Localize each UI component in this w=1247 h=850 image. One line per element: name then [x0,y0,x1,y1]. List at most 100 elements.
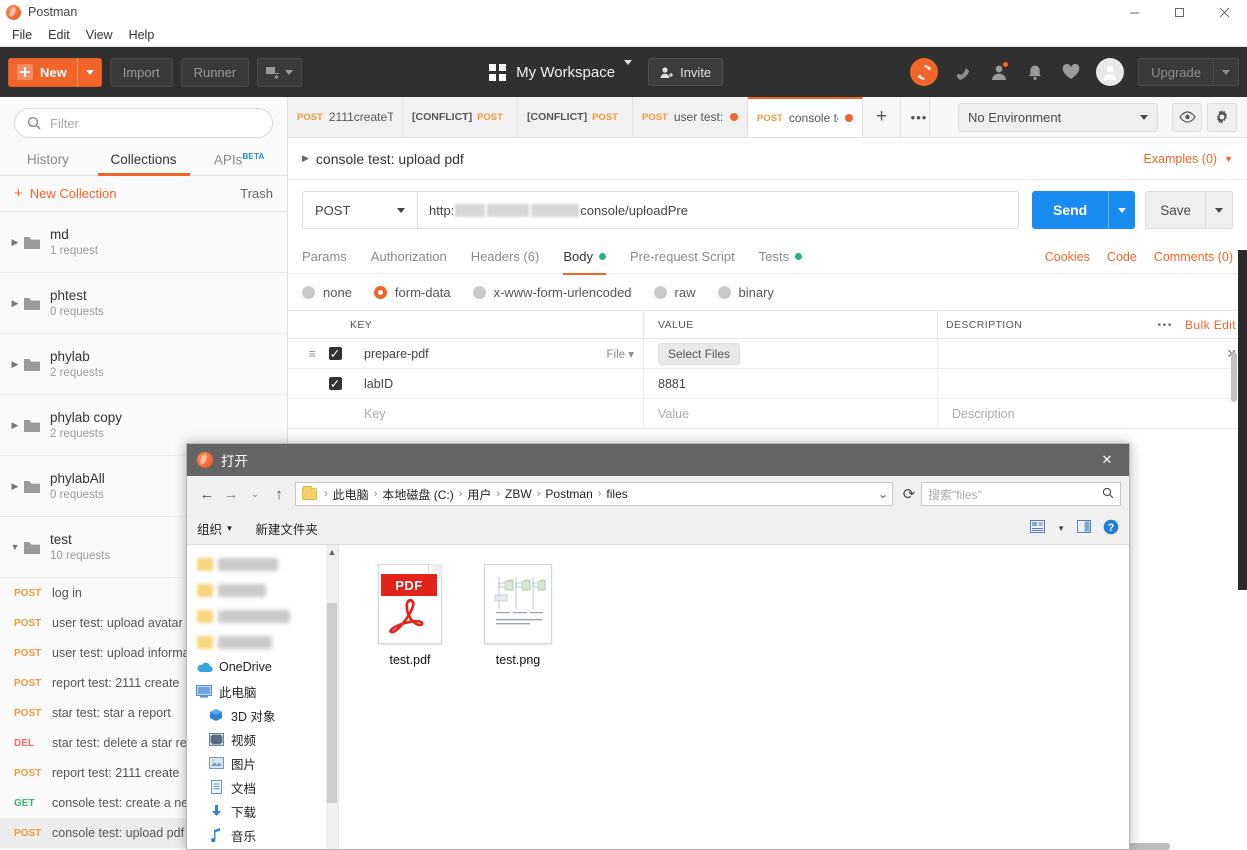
refresh-icon[interactable]: ⟳ [897,482,921,506]
nav-item-3d-objects[interactable]: 3D 对象 [187,703,338,727]
breadcrumb-item[interactable]: 本地磁盘 (C:) [379,486,456,503]
row-value-cell[interactable]: 8881 [644,368,938,399]
request-tab-active[interactable]: POST console te [748,97,863,137]
chevron-right-icon[interactable]: ▶ [8,298,22,309]
chevron-right-icon[interactable]: ▶ [8,481,22,492]
blurred-nav-item[interactable] [187,577,338,603]
tab-pre-request-script[interactable]: Pre-request Script [630,240,735,274]
tab-apis[interactable]: APIsBETA [191,152,287,176]
table-row[interactable]: ✓ labID 8881 [288,368,1247,399]
file-item-pdf[interactable]: PDF test.pdf [357,561,463,667]
scroll-up-arrow[interactable]: ▲ [326,545,338,559]
file-item-png[interactable]: test.png [465,561,571,667]
cookies-link[interactable]: Cookies [1045,250,1090,264]
bell-icon[interactable] [1024,61,1046,83]
menu-view[interactable]: View [78,26,121,44]
organize-menu[interactable]: 组织 ▼ [197,519,233,538]
method-selector[interactable]: POST [302,191,417,229]
runner-button[interactable]: Runner [180,57,250,87]
dialog-close-button[interactable]: ✕ [1085,444,1129,476]
row-key-cell[interactable]: labID [350,368,644,399]
sync-icon[interactable] [910,58,939,86]
tab-collections[interactable]: Collections [96,152,192,175]
row-description-cell[interactable] [938,369,1247,399]
collection-item[interactable]: ▶ md 1 request [0,212,287,273]
eye-icon[interactable] [1172,102,1202,132]
code-link[interactable]: Code [1107,250,1137,264]
chevron-right-icon[interactable]: ▶ [8,237,22,248]
table-row[interactable]: ≡ ✓ prepare-pdf File ▾ Select Files ✕ [288,338,1247,369]
window-scrollbar[interactable] [1238,250,1247,590]
workspace-selector[interactable]: My Workspace Invite [489,58,724,86]
request-tab[interactable]: POST 2111createTe [288,97,403,137]
back-button[interactable]: ← [195,482,219,506]
view-layout-icon[interactable] [1030,520,1046,536]
filter-box[interactable] [14,108,273,138]
blurred-nav-item[interactable] [187,603,338,629]
forward-button[interactable]: → [219,482,243,506]
import-button[interactable]: Import [109,57,173,87]
scrollbar-thumb[interactable] [327,603,337,803]
row-checkbox[interactable]: ✓ [320,347,350,361]
new-dropdown-caret[interactable] [76,57,102,87]
select-files-button[interactable]: Select Files [658,342,741,365]
search-input[interactable] [50,115,260,131]
body-type-form-data[interactable]: form-data [373,285,451,300]
breadcrumb-item[interactable]: 用户 [464,486,494,503]
table-options-button[interactable]: ••• [1158,319,1174,331]
avatar[interactable] [1096,58,1125,86]
address-bar[interactable]: › 此电脑 › 本地磁盘 (C:) › 用户 › ZBW › Postman ›… [295,482,893,506]
upgrade-button[interactable]: Upgrade [1138,58,1239,86]
nav-item-downloads[interactable]: 下载 [187,799,338,823]
help-icon[interactable]: ? [1103,519,1119,538]
chevron-right-icon[interactable]: ▶ [8,420,22,431]
save-button[interactable]: Save [1145,191,1233,229]
satellite-icon[interactable] [952,61,974,83]
collection-item[interactable]: ▶ phtest 0 requests [0,273,287,334]
body-type-urlencoded[interactable]: x-www-form-urlencoded [472,285,632,300]
new-button[interactable]: New [8,57,102,87]
gear-icon[interactable] [1207,102,1237,132]
request-tab[interactable]: [CONFLICT] POST h [403,97,518,137]
body-type-binary[interactable]: binary [717,285,774,300]
menu-edit[interactable]: Edit [40,26,78,44]
body-type-none[interactable]: none [302,285,352,300]
body-type-raw[interactable]: raw [653,285,696,300]
request-tab[interactable]: POST user test: [633,97,748,137]
new-key-input[interactable]: Key [350,398,644,429]
chevron-down-icon[interactable]: ▼ [8,542,22,552]
trash-button[interactable]: Trash [240,186,273,201]
row-key-cell[interactable]: prepare-pdf File ▾ [350,338,644,369]
environment-selector[interactable]: No Environment [958,102,1158,132]
menu-file[interactable]: File [4,26,40,44]
breadcrumb-item[interactable]: 此电脑 [330,486,372,503]
send-button[interactable]: Send [1031,191,1136,229]
tab-headers[interactable]: Headers (6) [471,240,540,274]
comments-link[interactable]: Comments (0) [1154,250,1233,264]
new-description-input[interactable]: Description [938,399,1247,429]
row-description-cell[interactable]: ✕ [938,339,1247,369]
new-folder-button[interactable]: 新建文件夹 [255,519,318,538]
recent-locations-button[interactable]: ⌄ [243,482,267,506]
tab-tests[interactable]: Tests [759,240,803,274]
breadcrumb-item[interactable]: files [603,487,630,501]
up-button[interactable]: ↑ [267,482,291,506]
bulk-edit-button[interactable]: Bulk Edit [1185,318,1236,332]
save-dropdown-caret[interactable] [1205,192,1232,228]
account-activity-icon[interactable] [988,61,1010,83]
upgrade-caret-icon[interactable] [1213,58,1238,86]
url-input[interactable]: http: console/uploadPre [417,191,1019,229]
row-type-dropdown[interactable]: File ▾ [607,347,635,361]
send-dropdown-caret[interactable] [1108,191,1135,229]
nav-item-documents[interactable]: 文档 [187,775,338,799]
tab-body[interactable]: Body [563,240,606,275]
blurred-nav-item[interactable] [187,551,338,577]
preview-pane-icon[interactable] [1077,520,1091,536]
tab-history[interactable]: History [0,152,96,175]
nav-item-onedrive[interactable]: OneDrive [187,655,338,679]
open-new-window-button[interactable] [257,57,303,87]
breadcrumb-item[interactable]: Postman [542,487,595,501]
breadcrumb[interactable]: ▶ console test: upload pdf [302,151,464,167]
collection-item[interactable]: ▶ phylab 2 requests [0,334,287,395]
address-caret-icon[interactable]: ⌄ [878,487,888,501]
